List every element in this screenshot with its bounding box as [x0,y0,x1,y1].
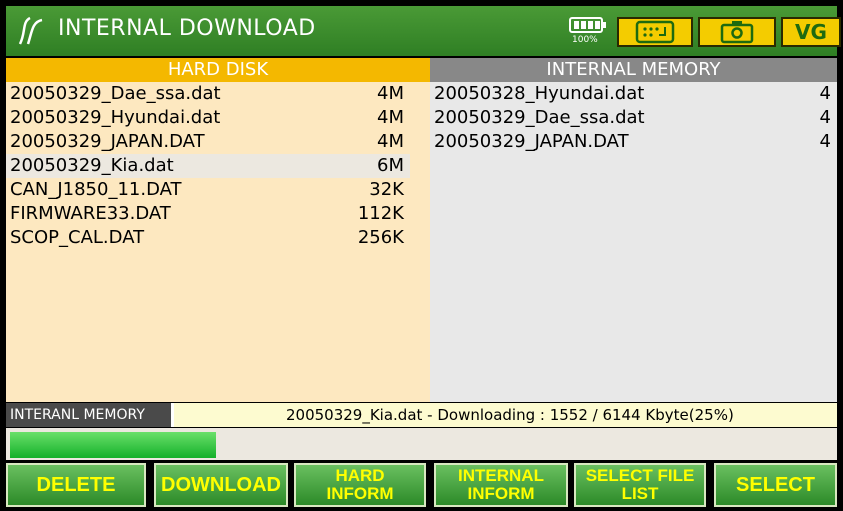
file-name: 20050329_Hyundai.dat [10,107,221,128]
file-size: 4M [377,131,404,152]
file-name: 20050329_Dae_ssa.dat [10,83,221,104]
file-row[interactable]: 20050329_Dae_ssa.dat 4M [6,82,410,106]
file-row[interactable]: 20050329_JAPAN.DAT 4M [6,130,410,154]
file-row[interactable]: 20050328_Hyundai.dat 4 [430,82,837,106]
file-row[interactable]: CAN_J1850_11.DAT 32K [6,178,410,202]
download-button-label: DOWNLOAD [161,474,281,496]
vg-button[interactable]: VG [781,17,841,47]
internal-memory-header[interactable]: INTERNAL MEMORY [430,58,837,82]
hard-inform-label-2: INFORM [326,484,394,503]
status-bar: INTERANL MEMORY 20050329_Kia.dat - Downl… [6,403,837,427]
file-size: 4 [819,131,831,152]
file-size: 256K [357,227,404,248]
select-file-list-label-1: SELECT FILE [585,466,695,485]
file-name: FIRMWARE33.DAT [10,203,171,224]
screen: INTERNAL DOWNLOAD 100% VG HARD DISK INTE… [0,0,843,511]
file-name: 20050328_Hyundai.dat [434,83,645,104]
file-row[interactable]: 20050329_Hyundai.dat 4M [6,106,410,130]
file-name: 20050329_JAPAN.DAT [10,131,205,152]
battery-indicator: 100% [568,15,610,51]
file-size: 4 [819,83,831,104]
file-name: CAN_J1850_11.DAT [10,179,182,200]
page-title: INTERNAL DOWNLOAD [58,16,316,41]
select-button-label: SELECT [736,474,815,496]
title-bar: INTERNAL DOWNLOAD 100% VG [6,6,841,56]
internal-memory-file-list: 20050328_Hyundai.dat 4 20050329_Dae_ssa.da… [430,82,837,402]
file-row[interactable]: SCOP_CAL.DAT 256K [6,226,410,250]
battery-percent: 100% [572,35,598,45]
file-size: 6M [377,155,404,176]
hard-disk-header[interactable]: HARD DISK [6,58,430,82]
select-file-list-label-2: LIST [621,484,659,503]
file-size: 4M [377,83,404,104]
delete-button[interactable]: DELETE [6,463,146,507]
file-row[interactable]: 20050329_Dae_ssa.dat 4 [430,106,837,130]
battery-icon [569,17,606,33]
status-label: INTERANL MEMORY [6,403,174,427]
select-file-list-button[interactable]: SELECT FILE LIST [574,463,706,507]
internal-inform-button[interactable]: INTERNAL INFORM [434,463,568,507]
file-name: SCOP_CAL.DAT [10,227,145,248]
download-progress-fill [10,432,216,458]
file-size: 112K [357,203,404,224]
keyboard-button[interactable] [617,17,693,47]
download-progress-bar [6,428,837,460]
camera-icon [720,21,754,44]
download-button[interactable]: DOWNLOAD [154,463,288,507]
hard-inform-label-1: HARD [335,466,385,485]
camera-button[interactable] [698,17,776,47]
internal-inform-label-2: INFORM [467,484,535,503]
select-button[interactable]: SELECT [714,463,837,507]
app-logo-icon [18,16,43,45]
file-size: 4M [377,107,404,128]
hard-disk-file-list: 20050329_Dae_ssa.dat 4M 20050329_Hyundai.d… [6,82,430,402]
file-row[interactable]: FIRMWARE33.DAT 112K [6,202,410,226]
file-row[interactable]: 20050329_Kia.dat 6M [6,154,410,178]
file-name: 20050329_JAPAN.DAT [434,131,629,152]
file-row[interactable]: 20050329_JAPAN.DAT 4 [430,130,837,154]
status-message: 20050329_Kia.dat - Downloading : 1552 / … [286,406,734,424]
hard-inform-button[interactable]: HARD INFORM [294,463,426,507]
file-size: 32K [369,179,404,200]
internal-inform-label-1: INTERNAL [458,466,544,485]
file-name: 20050329_Kia.dat [10,155,174,176]
file-name: 20050329_Dae_ssa.dat [434,107,645,128]
delete-button-label: DELETE [36,474,116,496]
keyboard-icon [635,20,675,44]
file-size: 4 [819,107,831,128]
